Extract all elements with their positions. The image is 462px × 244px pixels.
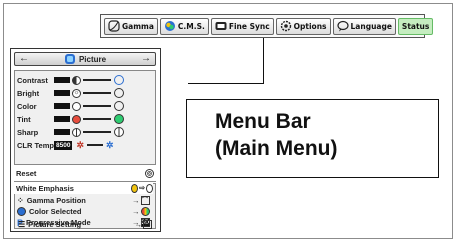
slider-track[interactable] — [83, 131, 111, 133]
clr-temp-low-icon: ✲ — [76, 139, 85, 150]
slider-track[interactable] — [83, 79, 111, 81]
submenu-arrow: → ⌒ — [132, 196, 150, 205]
adjust-bar — [54, 90, 70, 96]
tab-fine-sync[interactable]: Fine Sync — [210, 17, 274, 35]
color-icon — [72, 101, 81, 111]
gamma-icon — [108, 20, 120, 32]
submenu-label: Gamma Position — [26, 196, 86, 205]
slider-track[interactable] — [87, 144, 104, 146]
adjust-label: Tint — [17, 114, 31, 124]
tab-label: Fine Sync — [228, 21, 270, 31]
submenu-item-picture-setting[interactable]: ☰ Picture Setting → IN — [16, 218, 154, 230]
callout-line-1: Menu Bar — [215, 110, 311, 133]
contrast-end-icon — [114, 75, 124, 85]
submenu-item-color-selected[interactable]: Color Selected → — [17, 206, 154, 217]
callout-connector-vertical — [263, 38, 264, 84]
adjust-row-contrast[interactable]: Contrast — [17, 74, 154, 86]
tab-label: Options — [293, 21, 327, 31]
adjustment-block: Contrast Bright ☼ Color Tint Sharp CLR T… — [14, 70, 156, 165]
tab-status[interactable]: Status — [397, 17, 434, 35]
tab-options[interactable]: Options — [275, 17, 331, 35]
adjust-row-sharp[interactable]: Sharp — [17, 126, 154, 138]
picture-icon — [64, 53, 76, 65]
menu-bar-callout: Menu Bar (Main Menu) — [186, 99, 439, 178]
gamma-position-icon: ⁘ — [17, 196, 24, 205]
tab-label: Status — [401, 21, 430, 31]
tint-icon — [72, 114, 81, 124]
adjust-label: Contrast — [17, 75, 48, 85]
language-icon — [336, 20, 349, 32]
white-emphasis-label: White Emphasis — [16, 183, 74, 193]
options-icon — [280, 20, 292, 32]
picture-setting-icon: ☰ — [18, 219, 26, 229]
tab-label: Gamma — [122, 21, 154, 31]
adjust-row-bright[interactable]: Bright ☼ — [17, 87, 154, 99]
adjust-label: Sharp — [17, 127, 39, 137]
color-wheel-icon — [140, 207, 150, 216]
picture-setting-badge: IN — [143, 219, 152, 229]
white-emphasis-end-icon — [145, 183, 153, 193]
picture-menu-panel: ← Picture → Contrast Bright ☼ Color Tint… — [10, 48, 161, 232]
contrast-icon — [72, 75, 81, 85]
adjust-row-clr-temp[interactable]: CLR Temp 8500 ✲ ✲ — [17, 139, 154, 151]
white-emphasis-control: ⇨ — [131, 183, 153, 193]
color-selected-icon — [17, 207, 26, 216]
white-emphasis-row[interactable]: White Emphasis ⇨ — [13, 182, 153, 194]
adjust-bar — [54, 103, 70, 109]
reset-label: Reset — [16, 168, 37, 178]
sharp-icon — [72, 127, 81, 137]
submenu-label: Color Selected — [29, 207, 82, 216]
right-arrow-icon[interactable]: → — [141, 54, 151, 64]
adjust-bar — [54, 77, 70, 83]
tab-language[interactable]: Language — [332, 17, 396, 35]
tab-label: Language — [350, 21, 392, 31]
tab-cms[interactable]: C.M.S. — [159, 17, 209, 35]
reset-row[interactable]: Reset ◎ — [14, 167, 156, 179]
submenu-arrow: → — [132, 207, 154, 216]
slider-track[interactable] — [83, 118, 111, 120]
callout-line-2: (Main Menu) — [215, 137, 338, 160]
color-end-icon — [114, 101, 124, 111]
clr-temp-value: 8500 — [54, 140, 73, 150]
callout-connector-horizontal — [188, 83, 264, 84]
panel-title-group: Picture — [64, 53, 106, 65]
submenu-label: Picture Setting — [28, 219, 82, 229]
reset-icon: ◎ — [145, 168, 154, 178]
tab-label: C.M.S. — [177, 21, 205, 31]
adjust-label: CLR Temp — [17, 140, 54, 150]
bright-end-icon — [114, 88, 124, 98]
cms-icon — [164, 20, 176, 32]
slider-track[interactable] — [83, 105, 111, 107]
gamma-curve-icon: ⌒ — [140, 196, 150, 205]
adjust-label: Color — [17, 101, 37, 111]
clr-temp-high-icon: ✲ — [106, 139, 114, 150]
submenu-arrow: → IN — [134, 219, 152, 229]
sharp-end-icon — [114, 127, 124, 137]
adjust-row-tint[interactable]: Tint — [17, 113, 154, 125]
panel-header: ← Picture → — [14, 52, 156, 66]
tab-gamma[interactable]: Gamma — [104, 17, 158, 35]
submenu-item-gamma-position[interactable]: ⁘ Gamma Position → ⌒ — [17, 195, 154, 206]
adjust-label: Bright — [17, 88, 40, 98]
adjust-bar — [54, 116, 70, 122]
fine-sync-icon — [215, 20, 227, 32]
adjust-row-color[interactable]: Color — [17, 100, 154, 112]
menu-bar: Gamma C.M.S. Fine Sync Options Language … — [100, 14, 434, 38]
slider-track[interactable] — [83, 92, 111, 94]
arrow-icon: ⇨ — [139, 185, 145, 192]
panel-title: Picture — [78, 54, 107, 64]
white-emphasis-icon — [131, 183, 139, 193]
bright-icon: ☼ — [72, 88, 81, 98]
tint-end-icon — [114, 114, 124, 124]
left-arrow-icon[interactable]: ← — [19, 54, 29, 64]
adjust-bar — [54, 129, 70, 135]
